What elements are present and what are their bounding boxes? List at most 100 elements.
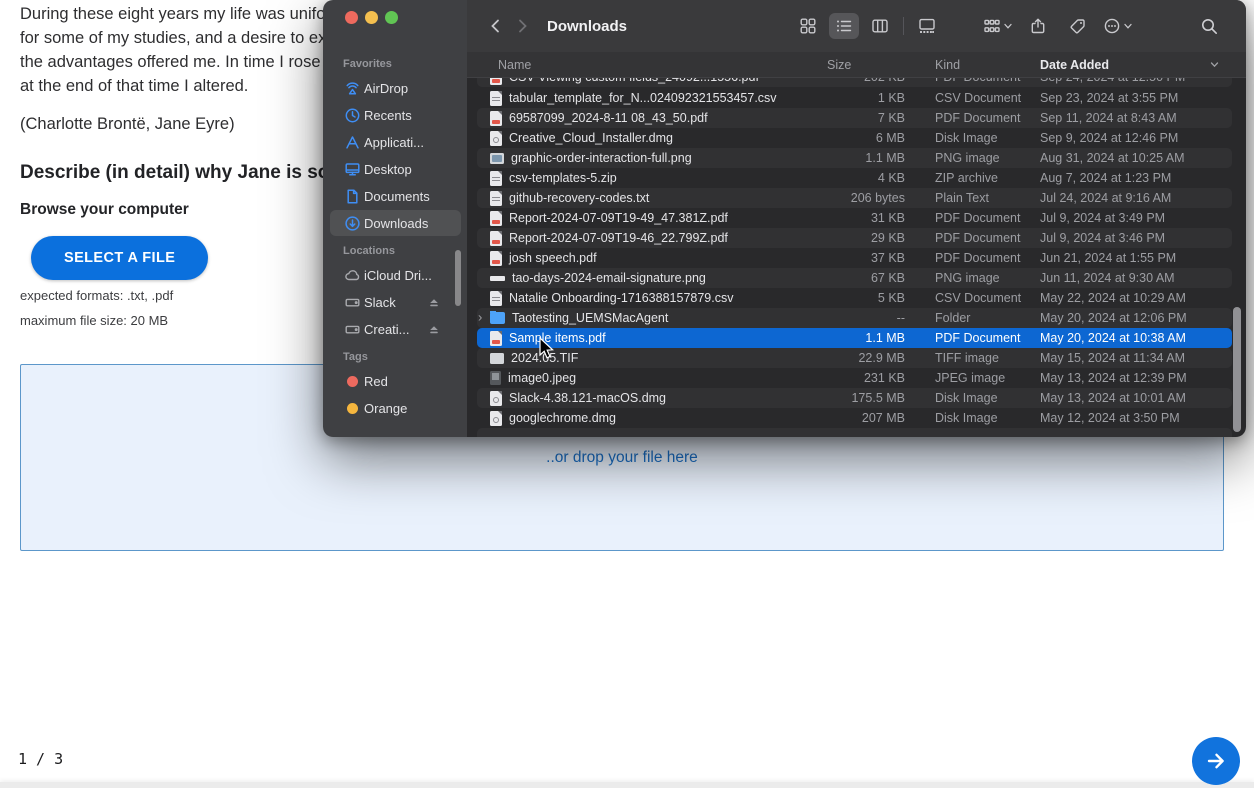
arrow-right-icon (1204, 749, 1228, 773)
finder-sidebar: Favorites AirDrop Recents Applicati... D… (323, 0, 467, 437)
table-row[interactable]: Natalie Onboarding-1716388157879.csv 5 K… (477, 288, 1232, 308)
table-row[interactable]: Report-2024-07-09T19-46_22.799Z.pdf 29 K… (477, 228, 1232, 248)
table-row[interactable]: image0.jpeg 231 KB JPEG image May 13, 20… (477, 368, 1232, 388)
file-date: Jul 24, 2024 at 9:16 AM (1022, 191, 1232, 205)
column-header-name[interactable]: Name (477, 58, 787, 72)
sidebar-item-recents[interactable]: Recents (330, 102, 461, 128)
file-name-cell: 69587099_2024-8-11 08_43_50.pdf (477, 111, 787, 126)
chevron-down-icon (1123, 21, 1133, 31)
next-button[interactable] (1192, 737, 1240, 785)
file-name-cell: csv-templates-5.zip (477, 171, 787, 186)
table-row[interactable]: github-recovery-codes.txt 206 bytes Plai… (477, 188, 1232, 208)
table-row[interactable]: Slack-4.38.121-macOS.dmg 175.5 MB Disk I… (477, 388, 1232, 408)
file-size: -- (787, 311, 907, 325)
sidebar-section-label: Tags (323, 343, 467, 367)
file-kind: Disk Image (907, 411, 1022, 425)
list-view-button[interactable] (829, 13, 859, 39)
folder-file-icon (490, 312, 505, 324)
close-window-button[interactable] (345, 11, 358, 24)
column-header-kind[interactable]: Kind (907, 58, 1022, 72)
group-button[interactable] (983, 13, 1013, 39)
disk-icon (343, 320, 361, 338)
passage-line: the advantages offered me. In time I ros… (20, 50, 347, 74)
sidebar-item-label: iCloud Dri... (364, 268, 432, 283)
file-size: 175.5 MB (787, 391, 907, 405)
file-name-cell: Report-2024-07-09T19-49_47.381Z.pdf (477, 211, 787, 226)
table-row[interactable]: graphic-order-interaction-full.png 1.1 M… (477, 148, 1232, 168)
file-kind: PDF Document (907, 211, 1022, 225)
document-icon (343, 187, 361, 205)
more-options-button[interactable] (1103, 13, 1133, 39)
tif-file-icon (490, 353, 504, 364)
chevron-down-icon (1003, 21, 1013, 31)
sidebar-section-label: Favorites (323, 50, 467, 74)
table-row[interactable]: Creative_Cloud_Installer.dmg 6 MB Disk I… (477, 128, 1232, 148)
icon-view-button[interactable] (793, 13, 823, 39)
eject-icon[interactable] (427, 295, 441, 309)
file-date: Sep 9, 2024 at 12:46 PM (1022, 131, 1232, 145)
file-date: Jul 9, 2024 at 3:49 PM (1022, 211, 1232, 225)
select-file-button[interactable]: SELECT A FILE (31, 236, 208, 280)
file-size: 31 KB (787, 211, 907, 225)
table-row[interactable]: 69587099_2024-8-11 08_43_50.pdf 7 KB PDF… (477, 108, 1232, 128)
file-kind: Folder (907, 311, 1022, 325)
sidebar-item-creati[interactable]: Creati... (330, 316, 461, 342)
file-date: May 13, 2024 at 12:39 PM (1022, 371, 1232, 385)
share-button[interactable] (1023, 13, 1053, 39)
file-name-cell: josh speech.pdf (477, 251, 787, 266)
table-row[interactable]: Sample items.pdf 1.1 MB PDF Document May… (477, 328, 1232, 348)
sidebar-item-label: Orange (364, 401, 407, 416)
minimize-window-button[interactable] (365, 11, 378, 24)
file-name: graphic-order-interaction-full.png (511, 151, 692, 165)
table-row[interactable]: 2024.05.TIF 22.9 MB TIFF image May 15, 2… (477, 348, 1232, 368)
sidebar-item-iclouddri[interactable]: iCloud Dri... (330, 262, 461, 288)
tags-button[interactable] (1063, 13, 1093, 39)
cloud-icon (343, 266, 361, 284)
file-name: googlechrome.dmg (509, 411, 616, 425)
sidebar-item-slack[interactable]: Slack (330, 289, 461, 315)
table-row[interactable]: josh speech.pdf 37 KB PDF Document Jun 2… (477, 248, 1232, 268)
footer-bar (0, 782, 1254, 788)
column-view-button[interactable] (865, 13, 895, 39)
table-row[interactable]: › Taotesting_UEMSMacAgent -- Folder May … (477, 308, 1232, 328)
file-name: Report-2024-07-09T19-49_47.381Z.pdf (509, 211, 728, 225)
dmg-file-icon (490, 411, 502, 426)
file-name-cell: Sample items.pdf (477, 331, 787, 346)
table-row[interactable] (477, 428, 1232, 437)
sidebar-item-documents[interactable]: Documents (330, 183, 461, 209)
disclosure-chevron-icon[interactable]: › (478, 311, 482, 323)
back-button[interactable] (483, 13, 509, 39)
sidebar-item-red[interactable]: Red (330, 368, 461, 394)
file-name: josh speech.pdf (509, 251, 597, 265)
sidebar-item-airdrop[interactable]: AirDrop (330, 75, 461, 101)
zoom-window-button[interactable] (385, 11, 398, 24)
table-row[interactable]: tabular_template_for_N...024092321553457… (477, 88, 1232, 108)
sidebar-scrollbar[interactable] (455, 250, 461, 306)
eject-icon[interactable] (427, 322, 441, 336)
passage-text: During these eight years my life was uni… (20, 2, 347, 136)
search-button[interactable] (1194, 13, 1224, 39)
drop-hint-label: ..or drop your file here (546, 449, 698, 467)
table-row[interactable]: googlechrome.dmg 207 MB Disk Image May 1… (477, 408, 1232, 428)
sidebar-item-desktop[interactable]: Desktop (330, 156, 461, 182)
file-name: 2024.05.TIF (511, 351, 578, 365)
sidebar-item-downloads[interactable]: Downloads (330, 210, 461, 236)
airdrop-icon (343, 79, 361, 97)
table-row[interactable]: CSV Viewing custom fields_24092...1556.p… (477, 78, 1232, 87)
file-size: 37 KB (787, 251, 907, 265)
table-row[interactable]: Report-2024-07-09T19-49_47.381Z.pdf 31 K… (477, 208, 1232, 228)
group-icon (983, 17, 1001, 35)
sidebar-item-applicati[interactable]: Applicati... (330, 129, 461, 155)
file-date: May 15, 2024 at 11:34 AM (1022, 351, 1232, 365)
forward-button[interactable] (509, 13, 535, 39)
gallery-view-button[interactable] (912, 13, 942, 39)
sidebar-item-label: Applicati... (364, 135, 424, 150)
list-scrollbar[interactable] (1233, 307, 1241, 432)
sidebar-item-orange[interactable]: Orange (330, 395, 461, 421)
column-header-date-added[interactable]: Date Added (1022, 58, 1232, 72)
column-header-size[interactable]: Size (787, 58, 907, 72)
file-date: May 20, 2024 at 10:38 AM (1022, 331, 1232, 345)
table-row[interactable]: csv-templates-5.zip 4 KB ZIP archive Aug… (477, 168, 1232, 188)
table-row[interactable]: tao-days-2024-email-signature.png 67 KB … (477, 268, 1232, 288)
file-name: csv-templates-5.zip (509, 171, 617, 185)
